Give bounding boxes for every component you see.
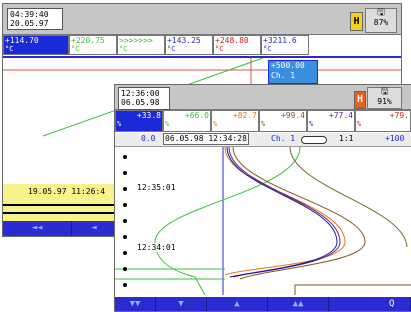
memory-percent: 87% bbox=[373, 18, 389, 27]
unit-text: °C bbox=[119, 45, 128, 53]
channel-value-5[interactable]: +77.4% bbox=[307, 110, 355, 132]
unit-text: °C bbox=[71, 45, 80, 53]
channel-value-2[interactable]: +66.0% bbox=[163, 110, 211, 132]
time-marker-dot bbox=[123, 155, 127, 159]
scroll-down-fast-button[interactable]: ▼▼ bbox=[115, 297, 156, 311]
value-text: +3211.6 bbox=[263, 36, 297, 45]
scale-info-bar: 0.0 06.05.98 12:34:28 Ch. 1 1:1 +100 bbox=[115, 133, 411, 147]
unit-text: % bbox=[165, 120, 170, 128]
channel-values-row: +114.70 °C +220.75 °C >>>>>>> °C +143.25 °C … bbox=[3, 35, 401, 55]
value-text: +66.0 bbox=[184, 111, 209, 120]
time-label-1: 12:35:01 bbox=[137, 183, 176, 192]
time-marker-dot bbox=[123, 235, 127, 239]
value-text: +33.8 bbox=[136, 111, 161, 120]
channel-value-2[interactable]: +220.75 °C bbox=[69, 35, 117, 55]
value-text: +220.75 bbox=[71, 36, 105, 45]
rewind-fast-button[interactable]: ◄◄ bbox=[3, 221, 72, 236]
unit-text: °C bbox=[167, 45, 176, 53]
floppy-icon: 🖫 bbox=[380, 87, 389, 97]
channel-value-1[interactable]: +33.8% bbox=[115, 110, 163, 132]
hold-badge[interactable]: H bbox=[350, 12, 363, 31]
value-text: +79. bbox=[389, 111, 409, 120]
time-label-2: 12:34:01 bbox=[137, 243, 176, 252]
value-text: >>>>>>> bbox=[119, 36, 153, 45]
scale-min: 0.0 bbox=[141, 134, 156, 143]
channel-value-4[interactable]: +143.25 °C bbox=[165, 35, 213, 55]
channel-popup-label: Ch. 1 bbox=[271, 71, 296, 80]
slider-handle[interactable] bbox=[301, 136, 327, 144]
trend-olive bbox=[289, 147, 408, 248]
channel-label: Ch. 1 bbox=[271, 134, 296, 143]
time-marker-dot bbox=[123, 171, 127, 175]
value-text: +114.70 bbox=[5, 36, 39, 45]
value-text: +248.80 bbox=[215, 36, 249, 45]
unit-text: °C bbox=[215, 45, 224, 53]
nav-bar: ▼▼ ▼ ▲ ▲▲ Q bbox=[115, 297, 411, 311]
scale-max: +100 bbox=[385, 134, 405, 143]
unit-text: °C bbox=[5, 45, 14, 53]
date-time: 06.05.98 12:34:28 bbox=[163, 133, 249, 145]
channel-value-6[interactable]: +79.% bbox=[355, 110, 411, 132]
time-marker-dot bbox=[123, 267, 127, 271]
scroll-down-button[interactable]: ▼ bbox=[156, 297, 207, 311]
floppy-icon: 🖫 bbox=[377, 8, 385, 18]
unit-text: % bbox=[213, 120, 218, 128]
unit-text: °C bbox=[263, 45, 272, 53]
trend-brown-step bbox=[294, 284, 411, 295]
value-text: +143.25 bbox=[167, 36, 201, 45]
clock-date: 20.05.97 bbox=[10, 19, 49, 28]
clock-date: 06.05.98 bbox=[121, 98, 160, 107]
channel-value-5[interactable]: +248.80 °C bbox=[213, 35, 261, 55]
channel-values-row: +33.8% +66.0% +82.7% +99.4% +77.4% +79.% bbox=[115, 110, 411, 132]
channel-popup-value: +500.00 bbox=[271, 61, 305, 70]
unit-text: % bbox=[309, 120, 314, 128]
value-text: +77.4 bbox=[328, 111, 353, 120]
trend-brown bbox=[232, 147, 366, 280]
value-text: +82.7 bbox=[232, 111, 257, 120]
memory-percent: 91% bbox=[377, 97, 392, 106]
time-marker-dot bbox=[123, 219, 127, 223]
memory-indicator[interactable]: 🖫 91% bbox=[367, 87, 402, 109]
status-bar: 04:39:40 20.05.97 H 🖫 87% bbox=[3, 4, 401, 35]
channel-value-3[interactable]: +82.7% bbox=[211, 110, 259, 132]
clock-time: 12:36:00 bbox=[121, 89, 160, 98]
channel-value-3[interactable]: >>>>>>> °C bbox=[117, 35, 165, 55]
search-button[interactable]: Q bbox=[329, 297, 411, 311]
value-text: +99.4 bbox=[280, 111, 305, 120]
status-bar: 12:36:00 06.05.98 H 🖫 91% bbox=[115, 85, 411, 110]
channel-value-1[interactable]: +114.70 °C bbox=[3, 35, 69, 55]
time-marker-dot bbox=[123, 283, 127, 287]
unit-text: % bbox=[117, 120, 122, 128]
time-marker-dot bbox=[123, 187, 127, 191]
channel-value-6[interactable]: +3211.6 °C bbox=[261, 35, 309, 55]
memory-indicator[interactable]: 🖫 87% bbox=[365, 8, 397, 33]
front-recorder-screen: 12:36:00 06.05.98 H 🖫 91% +33.8% +66.0% … bbox=[114, 84, 411, 312]
scroll-up-button[interactable]: ▲ bbox=[207, 297, 268, 311]
channel-popup[interactable]: +500.00 Ch. 1 bbox=[268, 60, 318, 84]
trend-purple bbox=[228, 147, 341, 278]
unit-text: % bbox=[357, 120, 362, 128]
trend-green bbox=[154, 147, 301, 295]
time-marker-dot bbox=[123, 251, 127, 255]
marker-bar bbox=[3, 204, 115, 206]
marker-bar bbox=[3, 212, 115, 214]
clock: 12:36:00 06.05.98 bbox=[118, 87, 170, 110]
channel-value-4[interactable]: +99.4% bbox=[259, 110, 307, 132]
clock-time: 04:39:40 bbox=[10, 10, 49, 19]
rewind-button[interactable]: ◄ bbox=[72, 221, 117, 236]
hold-badge[interactable]: H bbox=[354, 91, 366, 109]
front-trend-chart bbox=[115, 147, 411, 295]
clock: 04:39:40 20.05.97 bbox=[7, 8, 63, 30]
time-marker-dot bbox=[123, 203, 127, 207]
scroll-up-fast-button[interactable]: ▲▲ bbox=[268, 297, 329, 311]
unit-text: % bbox=[261, 120, 266, 128]
timestamp-label: 19.05.97 11:26:4 bbox=[28, 187, 106, 196]
zoom-level: 1:1 bbox=[339, 134, 354, 143]
